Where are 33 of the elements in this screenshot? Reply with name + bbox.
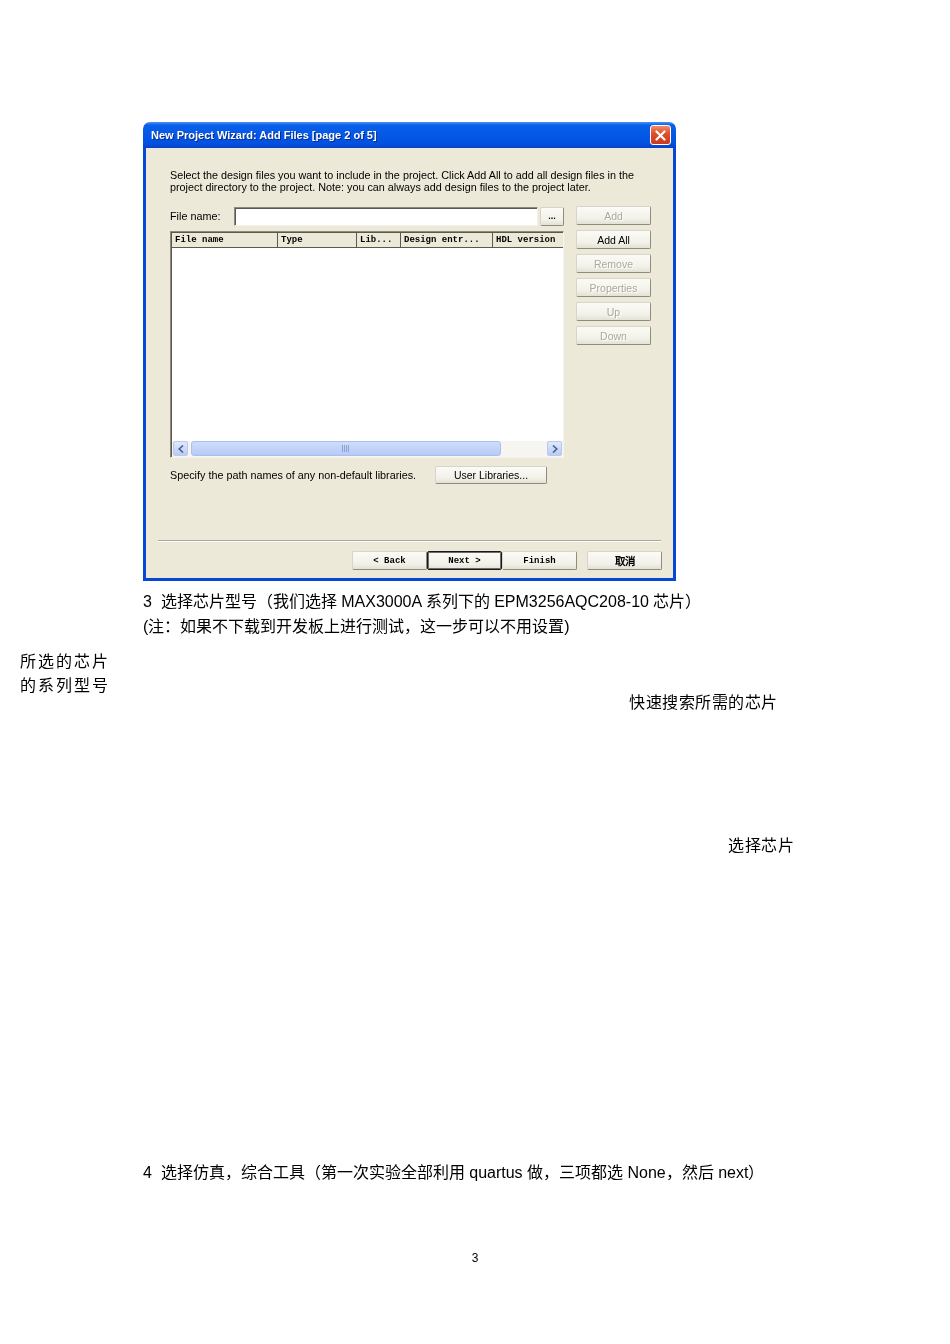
next-button[interactable]: Next > (427, 551, 502, 570)
column-header[interactable]: HDL version (493, 233, 563, 247)
chevron-left-icon (177, 444, 184, 453)
step-heading: 4 选择仿真，综合工具（第一次实验全部利用 quartus 做，三项都选 None，然后 next） (143, 1163, 765, 1183)
step-heading: 3 选择芯片型号（我们选择 MAX3000A 系列下的 EPM3256AQC208-10 芯片） (143, 592, 702, 612)
column-header[interactable]: Design entr... (401, 233, 493, 247)
instructions-text: Select the design files you want to include in the project. Click Add All to add all design files in the project directory to the project. Note: you can always add design files to the project later. (170, 169, 634, 193)
close-icon (655, 129, 666, 141)
scroll-right-button[interactable] (547, 441, 562, 456)
note-text: (注：如果不下载到开发板上进行测试，这一步可以不用设置) (143, 617, 570, 637)
chevron-right-icon (551, 444, 558, 453)
column-header[interactable]: File name (172, 233, 278, 247)
finish-button[interactable]: Finish (502, 551, 577, 570)
scrollbar-thumb[interactable] (191, 441, 501, 456)
window-title: New Project Wizard: Add Files [page 2 of 5] (151, 129, 377, 141)
file-name-field[interactable] (234, 206, 538, 226)
annotation-label: 选择芯片 (728, 836, 794, 856)
add-all-button[interactable]: Add All (576, 230, 651, 249)
browse-button[interactable]: ... (540, 206, 564, 226)
horizontal-scrollbar[interactable] (172, 441, 563, 457)
annotation-label: 所选的芯片的系列型号 (20, 652, 111, 696)
annotation-label: 快速搜索所需的芯片 (629, 693, 778, 713)
close-button[interactable] (650, 125, 671, 145)
back-button[interactable]: < Back (352, 551, 427, 570)
column-header[interactable]: Lib... (357, 233, 401, 247)
library-hint-text: Specify the path names of any non-default libraries. (170, 469, 418, 481)
grip-icon (342, 445, 350, 452)
user-libraries-button[interactable]: User Libraries... (435, 466, 547, 484)
page-number: 3 (471, 1250, 479, 1267)
field-label: File name: (170, 210, 222, 222)
scroll-left-button[interactable] (173, 441, 188, 456)
column-header[interactable]: Type (278, 233, 357, 247)
cancel-button[interactable]: 取消 (587, 551, 662, 570)
